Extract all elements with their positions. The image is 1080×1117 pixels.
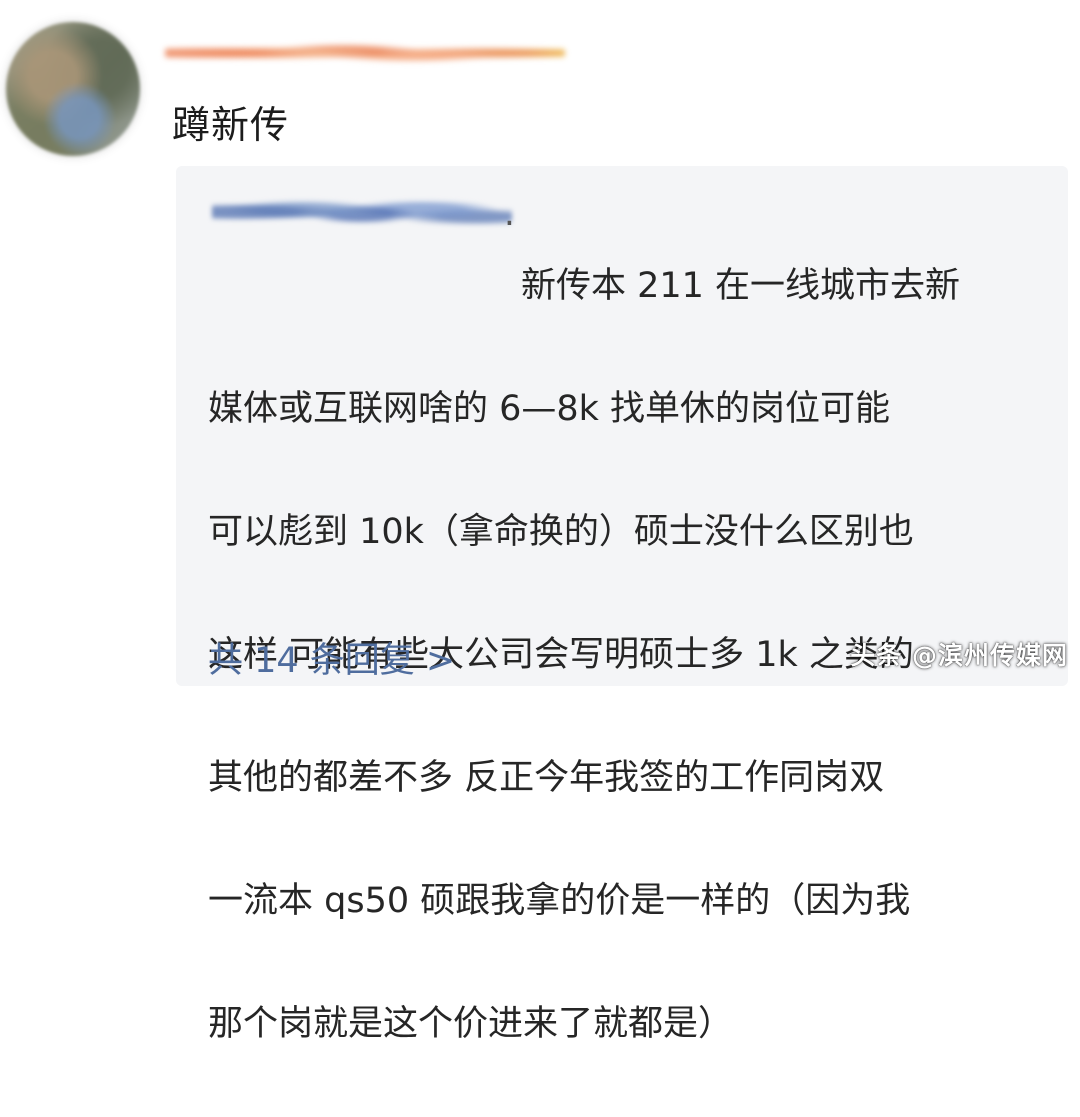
reply-box: . 新传本 211 在一线城市去新 媒体或互联网啥的 6—8k 找单休的岗位可能… <box>176 166 1068 1044</box>
reply-line: 新传本 211 在一线城市去新 <box>521 265 961 306</box>
reply-line: 其他的都差不多 反正今年我签的工作同岗双 <box>208 757 885 798</box>
post-text: 蹲新传 <box>172 103 290 147</box>
username-redacted <box>165 33 565 73</box>
comment-avatar[interactable] <box>6 22 140 156</box>
reply-line: 一流本 qs50 硕跟我拿的价是一样的（因为我 <box>208 880 911 921</box>
reply-line: 可以彪到 10k（拿命换的）硕士没什么区别也 <box>208 511 914 552</box>
reply-line: 那个岗就是这个价进来了就都是） <box>208 1003 734 1044</box>
more-replies-link[interactable]: 共 14 条回复 > <box>208 632 455 683</box>
watermark: 头条 @滨州传媒网 <box>850 641 1068 670</box>
reply-line: 媒体或互联网啥的 6—8k 找单休的岗位可能 <box>208 388 891 429</box>
